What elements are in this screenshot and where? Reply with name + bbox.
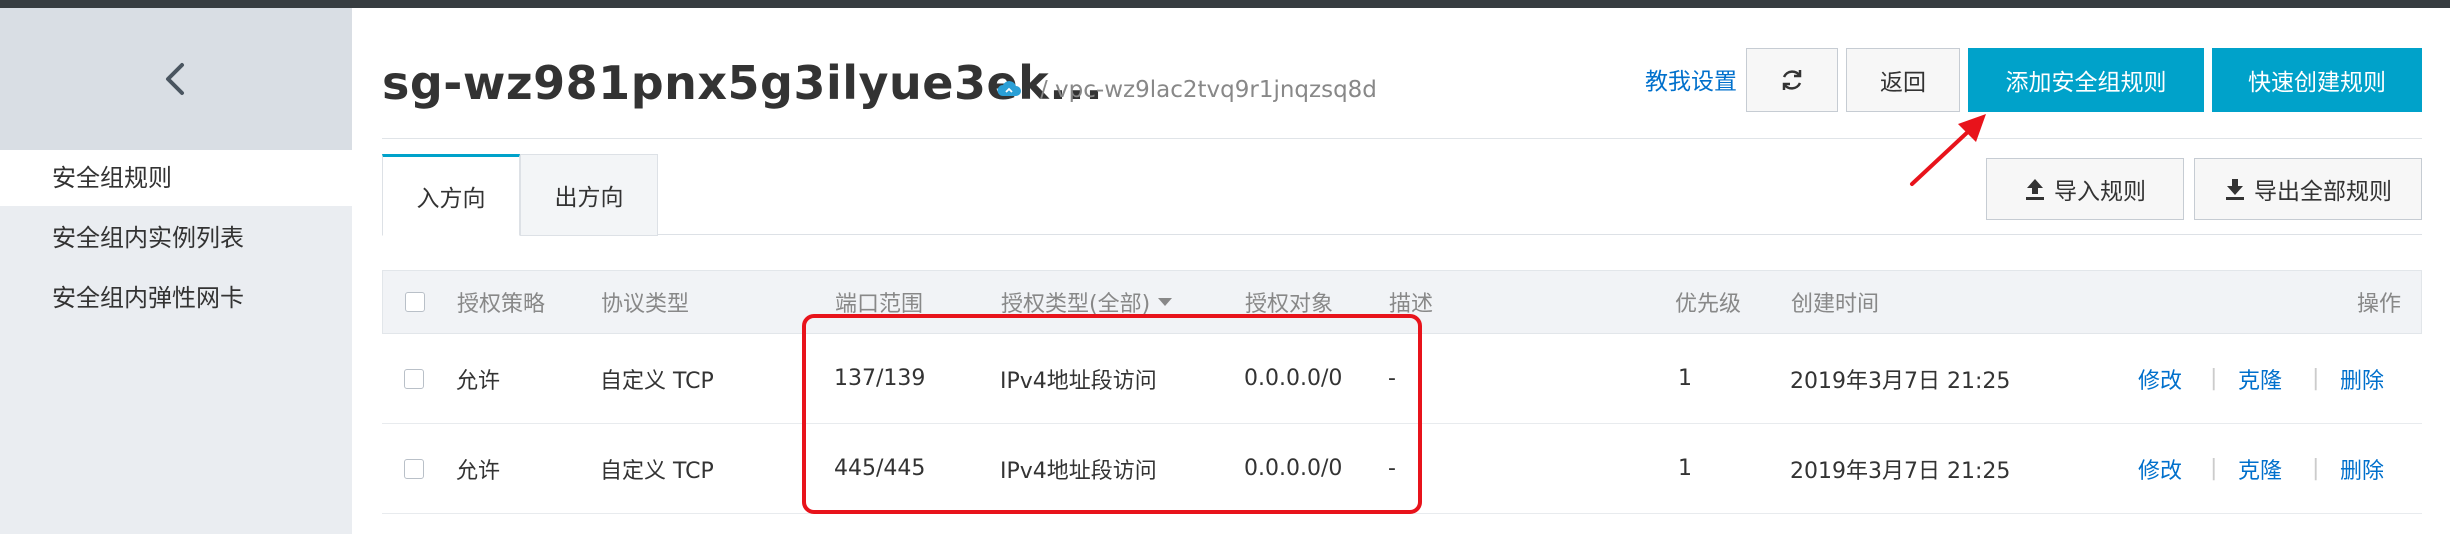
cloud-icon [997,81,1021,96]
column-header-actions: 操作 [2357,292,2402,317]
download-icon [2226,179,2244,200]
sidebar-back-button[interactable] [0,8,352,150]
edit-link[interactable]: 修改 [2138,334,2182,423]
clone-link[interactable]: 克隆 [2238,424,2282,513]
action-separator: | [2210,366,2218,391]
tabs-baseline [382,234,2422,235]
sidebar-item-eni[interactable]: 安全组内弹性网卡 [0,270,352,326]
column-header-protocol: 协议类型 [601,292,690,317]
top-bar [0,0,2450,8]
chevron-left-icon [166,63,184,95]
tab-inbound[interactable]: 入方向 [382,154,520,236]
column-header-created: 创建时间 [1791,292,1880,317]
help-link[interactable]: 教我设置 [1645,62,1737,96]
cell-created: 2019年3月7日 21:25 [1790,458,2011,484]
delete-link[interactable]: 删除 [2340,334,2384,423]
action-separator: | [2312,456,2320,481]
checkbox-box [404,458,424,479]
cell-policy: 允许 [456,368,501,394]
add-security-group-rule-button[interactable]: 添加安全组规则 [1968,48,2204,112]
edit-link[interactable]: 修改 [2138,424,2182,513]
checkbox-box [405,292,425,312]
clone-link[interactable]: 克隆 [2238,334,2282,423]
cell-protocol: 自定义 TCP [600,458,714,484]
annotation-highlight-box [802,314,1422,514]
caret-down-icon [1158,298,1173,306]
action-separator: | [2210,456,2218,481]
row-checkbox[interactable] [404,334,424,423]
back-button[interactable]: 返回 [1846,48,1960,112]
row-checkbox[interactable] [404,424,424,513]
sidebar: 安全组规则 安全组内实例列表 安全组内弹性网卡 [0,8,352,534]
checkbox-box [404,368,424,389]
page-title: sg-wz981pnx5g3ilyue3ek... [382,56,1104,110]
cell-created: 2019年3月7日 21:25 [1790,368,2011,394]
column-header-policy: 授权策略 [457,292,546,317]
tab-outbound[interactable]: 出方向 [520,154,658,236]
refresh-button[interactable] [1746,48,1838,112]
cell-policy: 允许 [456,458,501,484]
annotation-arrow-icon [1910,114,1986,186]
action-separator: | [2312,366,2320,391]
delete-link[interactable]: 删除 [2340,424,2384,513]
column-header-priority: 优先级 [1675,292,1742,317]
export-all-rules-button[interactable]: 导出全部规则 [2194,158,2422,220]
quick-create-rule-button[interactable]: 快速创建规则 [2212,48,2422,112]
sidebar-item-instance-list[interactable]: 安全组内实例列表 [0,210,352,266]
cell-priority: 1 [1678,366,1692,391]
cell-priority: 1 [1678,456,1692,481]
upload-icon [2026,179,2044,200]
select-all-checkbox[interactable] [405,271,425,333]
header-divider [382,138,2422,139]
refresh-icon [1782,70,1802,90]
vpc-link[interactable]: / vpc-wz9lac2tvq9r1jnqzsq8d [1040,77,1377,103]
import-rules-button[interactable]: 导入规则 [1986,158,2184,220]
sidebar-item-security-group-rules[interactable]: 安全组规则 [0,150,352,206]
cell-protocol: 自定义 TCP [600,368,714,394]
import-rules-label: 导入规则 [2054,179,2146,205]
export-all-rules-label: 导出全部规则 [2254,179,2392,205]
